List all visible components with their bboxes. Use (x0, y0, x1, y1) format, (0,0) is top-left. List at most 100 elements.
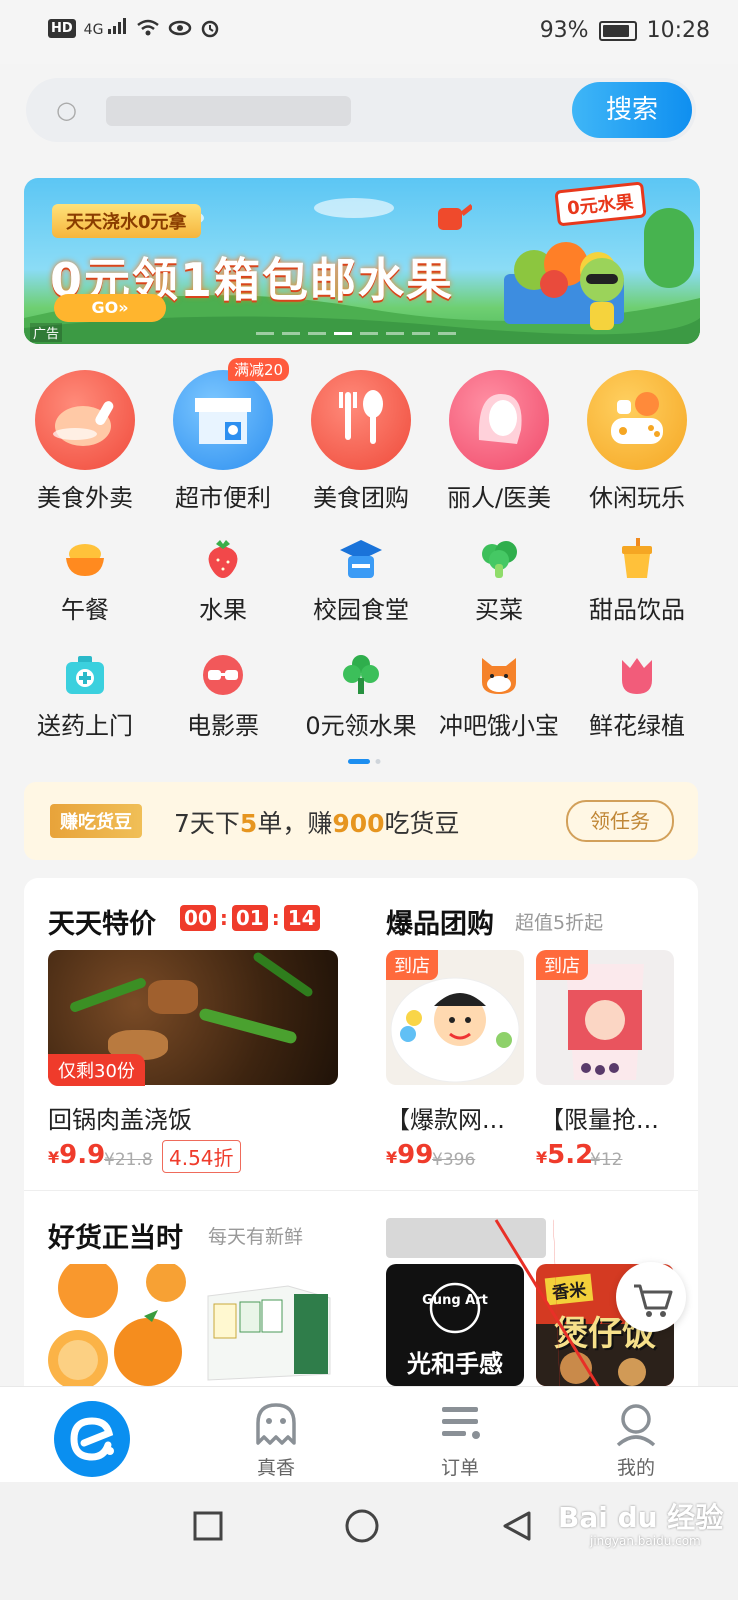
category-food-delivery[interactable]: 美食外卖 (16, 370, 154, 513)
group-buy-title[interactable]: 爆品团购 (386, 902, 494, 941)
battery-percent: 93% (539, 18, 589, 43)
in-store-tag: 到店 (536, 950, 588, 980)
promo-badge: 满减20 (228, 358, 290, 381)
category-group-buy[interactable]: 美食团购 (292, 370, 430, 513)
group-item-image-cake[interactable]: 到店 (386, 950, 524, 1085)
signal-bars-icon (107, 18, 126, 34)
ghost-icon (256, 1403, 296, 1445)
group-item-price: ¥99 (386, 1140, 433, 1170)
currency-symbol: ¥ (536, 1148, 548, 1167)
category-groceries[interactable]: 买菜 (430, 536, 568, 625)
timer-separator: : (271, 906, 280, 930)
category-label: 丽人/医美 (446, 484, 552, 512)
rice-bowl-icon (62, 536, 108, 582)
group-item-name[interactable]: 【限量抢... (540, 1100, 659, 1135)
signal-icon: 4G (84, 18, 128, 38)
tab-home[interactable] (0, 1387, 184, 1483)
group-item-old-price: ¥12 (590, 1150, 623, 1170)
home-circle-icon[interactable] (344, 1508, 380, 1544)
search-icon: ○ (56, 96, 77, 124)
watermark-text: Bai du 经验 (558, 1501, 724, 1534)
category-mascot[interactable]: 冲吧饿小宝 (430, 652, 568, 741)
group-item-image-drink[interactable]: 到店 (536, 950, 674, 1085)
divider (24, 1190, 698, 1191)
task-text-part: 单，赚 (257, 809, 333, 838)
tab-label: 真香 (256, 1457, 295, 1479)
good-stuff-subtitle: 每天有新鲜 (208, 1226, 304, 1248)
woman-icon (449, 370, 549, 470)
in-store-tag: 到店 (386, 950, 438, 980)
task-text: 7天下5单，赚900吃货豆 (174, 804, 460, 840)
movie-glasses-icon (200, 652, 246, 698)
category-free-fruit[interactable]: 0元领水果 (292, 652, 430, 741)
category-fruit[interactable]: 水果 (154, 536, 292, 625)
category-leisure[interactable]: 休闲玩乐 (568, 370, 706, 513)
task-number: 900 (332, 809, 385, 838)
task-text-part: 7天下 (174, 809, 240, 838)
battery-level (602, 24, 629, 37)
drink-cup-icon (614, 536, 660, 582)
search-button[interactable]: 搜索 (572, 82, 692, 138)
promo-banner[interactable]: 天天浇水0元拿 0元领1箱包邮水果 GO» 0元水果 广告 (24, 178, 700, 344)
tab-label: 订单 (440, 1457, 479, 1479)
bottom-tab-bar: 真香 订单 我的 (0, 1386, 738, 1483)
category-label: 鲜花绿植 (589, 712, 685, 740)
category-label: 冲吧饿小宝 (439, 712, 559, 740)
search-input[interactable] (106, 96, 351, 126)
category-label: 午餐 (61, 596, 109, 624)
tab-orders[interactable]: 订单 (368, 1387, 552, 1483)
daily-deals-title[interactable]: 天天特价 (48, 902, 156, 941)
cart-icon (634, 1284, 673, 1317)
category-medicine[interactable]: 送药上门 (16, 652, 154, 741)
medicine-kit-icon (62, 652, 108, 698)
cart-button[interactable] (616, 1262, 686, 1332)
group-item-old-price: ¥396 (432, 1150, 476, 1170)
category-drinks[interactable]: 甜品饮品 (568, 536, 706, 625)
category-label: 0元领水果 (305, 712, 417, 740)
graduation-cap-icon (338, 536, 384, 582)
tab-zhenxiang[interactable]: 真香 (184, 1387, 368, 1483)
timer-separator: : (219, 906, 228, 930)
tulip-icon (614, 652, 660, 698)
currency-symbol: ¥ (48, 1148, 60, 1167)
search-bar[interactable]: ○ 搜索 (26, 78, 696, 142)
store-icon (173, 370, 273, 470)
category-label: 美食团购 (313, 484, 409, 512)
banner-tag: 天天浇水0元拿 (52, 204, 201, 238)
eleme-logo-icon (54, 1401, 130, 1477)
broccoli-icon (476, 536, 522, 582)
system-nav-bar: Bai du 经验 jingyan.baidu.com (0, 1482, 738, 1600)
recent-apps-icon[interactable] (192, 1510, 224, 1542)
category-beauty[interactable]: 丽人/医美 (430, 370, 568, 513)
task-number: 5 (239, 809, 258, 838)
currency-symbol: ¥ (386, 1148, 398, 1167)
claim-task-button[interactable]: 领任务 (566, 800, 674, 842)
discount-badge: 4.54折 (162, 1140, 241, 1173)
list-icon (442, 1407, 480, 1439)
goods-milk-image[interactable] (198, 1264, 336, 1386)
category-label: 电影票 (187, 712, 259, 740)
shiba-icon (476, 652, 522, 698)
category-label: 买菜 (475, 596, 523, 624)
category-supermarket[interactable]: 超市便利 (154, 370, 292, 513)
hd-badge: HD (48, 18, 76, 38)
category-flowers[interactable]: 鲜花绿植 (568, 652, 706, 741)
category-movie[interactable]: 电影票 (154, 652, 292, 741)
category-lunch[interactable]: 午餐 (16, 536, 154, 625)
category-label: 美食外卖 (37, 484, 133, 512)
back-triangle-icon[interactable] (500, 1509, 534, 1543)
deal-price-value: 9.9 (59, 1140, 106, 1170)
group-item-price-value: 5.2 (547, 1140, 594, 1170)
tree-icon (338, 652, 384, 698)
task-bar[interactable]: 赚吃货豆 7天下5单，赚900吃货豆 领任务 (24, 782, 698, 860)
deal-item-name[interactable]: 回锅肉盖浇饭 (48, 1100, 192, 1135)
group-item-name[interactable]: 【爆款网... (386, 1100, 505, 1135)
tab-profile[interactable]: 我的 (552, 1387, 736, 1483)
signal-label: 4G (83, 22, 104, 38)
good-stuff-title[interactable]: 好货正当时 (48, 1216, 183, 1255)
fork-spoon-icon (311, 370, 411, 470)
person-icon (616, 1404, 656, 1447)
banner-go-button[interactable]: GO» (54, 294, 166, 322)
goods-orange-image[interactable] (48, 1264, 186, 1386)
category-campus[interactable]: 校园食堂 (292, 536, 430, 625)
